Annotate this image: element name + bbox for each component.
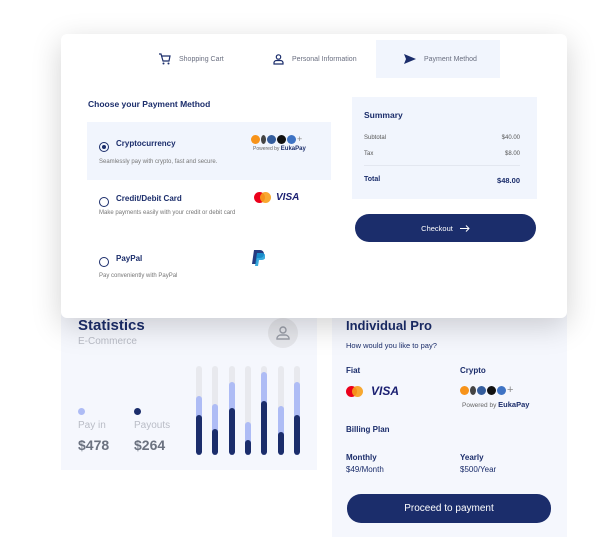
pro-question: How would you like to pay? (346, 341, 437, 350)
monthly-price: $49/Month (346, 465, 384, 474)
bar-track (277, 366, 284, 455)
stats-subtitle: E-Commerce (78, 336, 137, 347)
avatar[interactable] (268, 318, 298, 348)
usdc-icon (287, 134, 296, 144)
option-paypal[interactable]: PayPal Pay conveniently with PayPal (87, 240, 331, 290)
eukapay-logo: EukaPay (498, 400, 530, 409)
litecoin-icon (477, 385, 486, 395)
card-radio[interactable] (99, 197, 109, 207)
powered-by: Powered by (462, 402, 497, 409)
visa-logo: VISA (276, 192, 300, 203)
bar-payouts (244, 439, 251, 455)
step-personal-information[interactable]: Personal Information (273, 40, 357, 78)
checkout-card: Shopping Cart Personal Information Payme… (61, 34, 567, 318)
mastercard-icon (346, 385, 363, 397)
payment-title: Choose your Payment Method (88, 99, 211, 109)
cart-icon (159, 53, 171, 65)
ethereum-icon (470, 385, 476, 395)
bar-payouts (228, 407, 235, 455)
pay-in-label: Pay in (78, 420, 106, 431)
mastercard-icon (254, 192, 271, 203)
bar-payouts (293, 414, 300, 455)
plus-icon: + (297, 134, 303, 144)
crypto-icons: + (251, 134, 302, 144)
plus-icon: + (507, 384, 514, 396)
coin-icon (487, 385, 496, 395)
payouts-legend-dot (134, 408, 141, 415)
bar-track (196, 366, 202, 455)
arrow-right-icon (459, 224, 470, 232)
divider (364, 165, 520, 166)
fiat-label: Fiat (346, 366, 361, 375)
pro-title: Individual Pro (346, 318, 432, 333)
bitcoin-icon (251, 134, 260, 144)
ethereum-icon (261, 134, 266, 144)
paypal-icon (252, 250, 265, 266)
bar-payouts (196, 414, 202, 455)
billing-plan-label: Billing Plan (346, 425, 390, 434)
paypal-radio[interactable] (99, 257, 109, 267)
payouts-label: Payouts (134, 420, 171, 431)
bar-payouts (277, 431, 284, 455)
bar-track (212, 366, 219, 455)
usdc-icon (497, 385, 506, 395)
monthly-label[interactable]: Monthly (346, 453, 377, 462)
bar-payouts (212, 429, 219, 455)
bar-track (293, 366, 300, 455)
bar-track (261, 366, 268, 455)
option-cryptocurrency[interactable]: Cryptocurrency Seamlessly pay with crypt… (87, 122, 331, 180)
yearly-label[interactable]: Yearly (460, 453, 484, 462)
visa-logo: VISA (371, 384, 400, 398)
pay-in-value: $478 (78, 437, 110, 453)
stats-title: Statistics (78, 317, 145, 334)
user-icon (276, 326, 290, 340)
payouts-value: $264 (134, 437, 166, 453)
bar-payouts (261, 400, 268, 455)
bitcoin-icon (460, 385, 469, 395)
crypto-icons: + (460, 384, 513, 396)
proceed-to-payment-button[interactable]: Proceed to payment (347, 494, 551, 523)
bar-track (244, 366, 251, 455)
yearly-price: $500/Year (460, 465, 497, 474)
coin-icon (277, 134, 286, 144)
litecoin-icon (267, 134, 276, 144)
option-credit-debit-card[interactable]: Credit/Debit Card Make payments easily w… (87, 180, 331, 240)
crypto-radio[interactable] (99, 142, 109, 152)
bar-track (228, 366, 235, 455)
individual-pro-card: Individual Pro How would you like to pay… (332, 298, 567, 537)
eukapay-logo: EukaPay (280, 146, 306, 152)
statistics-card: Statistics E-Commerce Pay in Payouts $47… (61, 298, 317, 470)
summary-panel: Summary Subtotal $40.00 Tax $8.00 Total … (352, 97, 537, 199)
step-shopping-cart[interactable]: Shopping Cart (159, 40, 224, 78)
checkout-button[interactable]: Checkout (355, 214, 536, 242)
crypto-label: Crypto (460, 366, 486, 375)
pay-in-legend-dot (78, 408, 85, 415)
step-payment-method[interactable]: Payment Method (376, 40, 500, 78)
send-icon (404, 54, 416, 64)
user-icon (273, 53, 284, 65)
